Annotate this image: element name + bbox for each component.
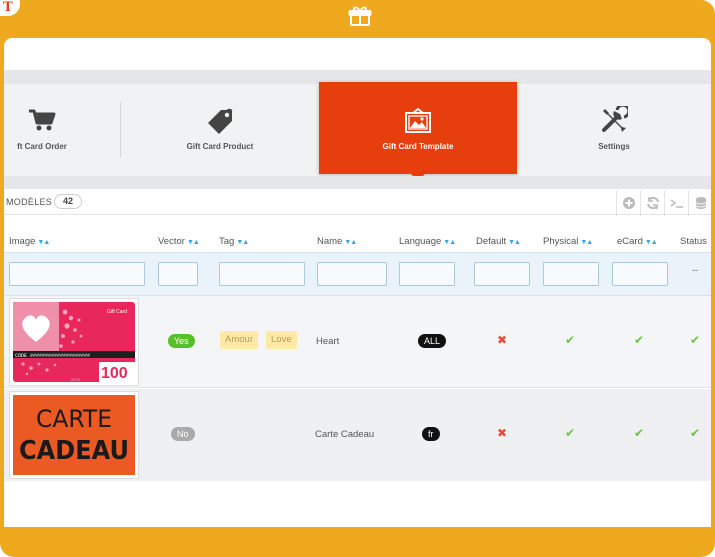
image-icon	[404, 107, 432, 139]
card-line2-text: CADEAU	[19, 436, 129, 466]
col-name-label: Name	[317, 236, 343, 247]
nav-bottom-band	[4, 176, 711, 189]
nav-settings[interactable]: Settings	[517, 84, 711, 176]
card-brand-text: Gift Card	[107, 309, 127, 315]
nav-gift-card-order[interactable]: ft Card Order	[4, 84, 120, 176]
filter-row: --	[4, 252, 711, 296]
col-language-label: Language	[399, 236, 442, 247]
default-cross-icon[interactable]: ✖	[497, 333, 507, 347]
default-cross-icon[interactable]: ✖	[497, 426, 507, 440]
ecard-check-icon[interactable]: ✔	[634, 333, 644, 347]
vector-badge: Yes	[168, 334, 195, 348]
physical-check-icon[interactable]: ✔	[565, 426, 575, 440]
panel-title: MODÈLES	[6, 197, 53, 207]
col-name[interactable]: Name ▼▲	[317, 236, 357, 247]
nav-gift-card-template[interactable]: Gift Card Template	[319, 82, 517, 181]
filter-physical-input[interactable]	[543, 262, 599, 286]
col-tag[interactable]: Tag ▼▲	[219, 236, 249, 247]
col-image-label: Image	[9, 236, 36, 247]
add-icon	[623, 197, 635, 209]
sql-query-button[interactable]	[664, 190, 688, 216]
sort-icon[interactable]: ▼▲	[236, 239, 249, 246]
col-ecard[interactable]: eCard ▼▲	[617, 236, 658, 247]
nav-settings-label: Settings	[598, 142, 630, 151]
sort-icon[interactable]: ▼▲	[580, 239, 593, 246]
nav-gift-card-template-label: Gift Card Template	[382, 142, 454, 151]
col-image[interactable]: Image ▼▲	[9, 236, 50, 247]
vector-badge: No	[171, 427, 195, 441]
filter-ecard-input[interactable]	[612, 262, 668, 286]
card-line1-text: CARTE	[36, 405, 112, 433]
refresh-button[interactable]	[640, 190, 664, 216]
add-button[interactable]	[616, 190, 640, 216]
col-status[interactable]: Status	[680, 236, 707, 247]
template-name: Heart	[316, 336, 340, 347]
database-icon	[695, 197, 707, 209]
heart-card-image: Gift Card CODE #################### 100 …	[13, 302, 135, 382]
export-button[interactable]	[688, 190, 711, 216]
app-logo-letter: T	[3, 0, 13, 15]
nav-gift-card-product-label: Gift Card Product	[186, 142, 254, 151]
sort-icon[interactable]: ▼▲	[443, 239, 456, 246]
table-row[interactable]: Gift Card CODE #################### 100 …	[4, 296, 711, 388]
main-screen: ft Card Order Gift Card Product Gift Car…	[4, 38, 711, 527]
panel-header: MODÈLES 42	[4, 189, 711, 215]
card-code-text: CODE ####################	[15, 353, 90, 359]
terminal-icon	[670, 199, 683, 208]
col-language[interactable]: Language ▼▲	[399, 236, 456, 247]
col-vector[interactable]: Vector ▼▲	[158, 236, 200, 247]
ecard-check-icon[interactable]: ✔	[634, 426, 644, 440]
filter-default-input[interactable]	[474, 262, 530, 286]
filter-language-input[interactable]	[399, 262, 455, 286]
col-default-label: Default	[476, 236, 507, 247]
sort-icon[interactable]: ▼▲	[344, 239, 357, 246]
col-ecard-label: eCard	[617, 236, 643, 247]
col-physical-label: Physical	[543, 236, 579, 247]
filter-tag-input[interactable]	[219, 262, 305, 286]
col-status-label: Status	[680, 236, 707, 247]
physical-check-icon[interactable]: ✔	[565, 333, 575, 347]
nav-gift-card-product[interactable]: Gift Card Product	[121, 84, 319, 176]
refresh-icon	[647, 196, 659, 210]
filter-status-placeholder: --	[692, 265, 698, 275]
sort-icon[interactable]: ▼▲	[508, 239, 521, 246]
table-row[interactable]: CARTE CADEAU No Carte Cadeau fr ✖ ✔ ✔ ✔	[4, 389, 711, 481]
col-tag-label: Tag	[219, 236, 235, 247]
language-badge: ALL	[418, 334, 447, 348]
tag-icon	[206, 108, 234, 141]
filter-name-input[interactable]	[317, 262, 387, 286]
count-badge: 42	[54, 194, 83, 209]
card-amount-text: 100	[101, 365, 128, 382]
cart-icon	[28, 108, 56, 137]
filter-image-input[interactable]	[9, 262, 145, 286]
tag-chip: Love	[266, 331, 297, 349]
status-check-icon[interactable]: ✔	[690, 426, 700, 440]
carte-cadeau-image: CARTE CADEAU	[13, 395, 135, 475]
nav-gift-card-order-label: ft Card Order	[17, 142, 67, 151]
status-check-icon[interactable]: ✔	[690, 333, 700, 347]
tools-icon	[600, 103, 631, 139]
col-physical[interactable]: Physical ▼▲	[543, 236, 593, 247]
language-badge: fr	[422, 427, 440, 441]
card-small-text: 2025	[71, 377, 81, 382]
template-thumbnail[interactable]: CARTE CADEAU	[9, 391, 139, 479]
template-name: Carte Cadeau	[315, 429, 375, 440]
sort-icon[interactable]: ▼▲	[645, 239, 658, 246]
col-default[interactable]: Default ▼▲	[476, 236, 521, 247]
sort-icon[interactable]: ▼▲	[187, 239, 200, 246]
gift-box-icon	[348, 5, 372, 27]
template-thumbnail[interactable]: Gift Card CODE #################### 100 …	[9, 298, 139, 386]
tag-chip: Amour	[220, 331, 258, 349]
filter-vector-input[interactable]	[158, 262, 198, 286]
col-vector-label: Vector	[158, 236, 185, 247]
sort-icon[interactable]: ▼▲	[37, 239, 50, 246]
module-nav: ft Card Order Gift Card Product Gift Car…	[4, 82, 711, 181]
